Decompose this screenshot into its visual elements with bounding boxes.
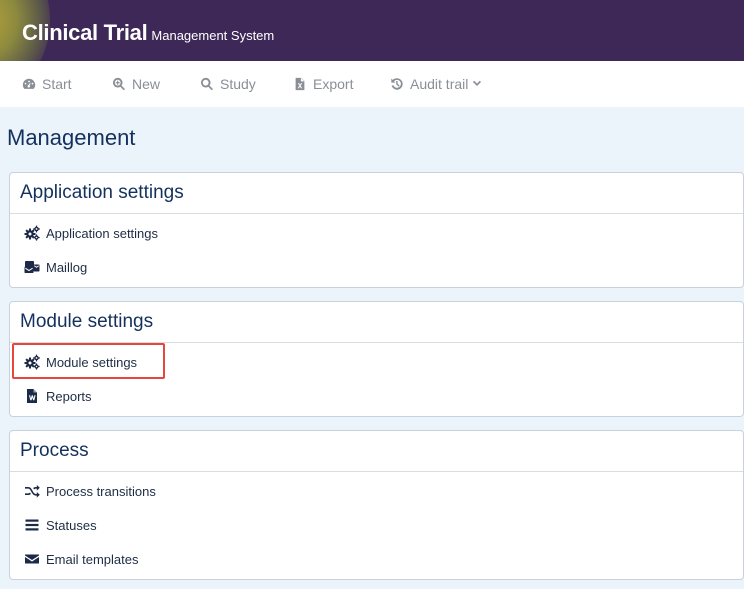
link-reports-label: Reports: [46, 388, 92, 404]
dashboard-gauge-icon: [22, 78, 36, 89]
module-settings-header: Module settings: [10, 302, 743, 343]
random-shuffle-icon: [25, 485, 40, 498]
link-maillog-label: Maillog: [46, 259, 88, 275]
link-reports[interactable]: Reports: [24, 386, 92, 406]
link-maillog[interactable]: Maillog: [24, 257, 87, 277]
link-statuses[interactable]: Statuses: [24, 515, 97, 535]
main-content: Management Application settings Applicat…: [0, 107, 744, 589]
main-navigation: Start New Study Export Audit trail: [0, 61, 744, 107]
application-settings-card: Application settings Application setting…: [9, 172, 744, 288]
nav-study[interactable]: Study: [200, 75, 256, 93]
application-settings-header: Application settings: [10, 173, 743, 214]
list-bars-icon: [25, 519, 39, 531]
search-icon: [201, 77, 213, 91]
nav-start[interactable]: Start: [22, 75, 72, 93]
link-module-settings-label: Module settings: [46, 354, 138, 370]
brand-title: Clinical Trial: [22, 20, 148, 45]
envelope-icon: [25, 554, 39, 564]
cogs-icon: [24, 354, 40, 370]
link-module-settings[interactable]: Module settings: [24, 352, 137, 372]
brand-subtitle: Management System: [151, 28, 275, 43]
cogs-icon: [24, 225, 40, 241]
nav-study-label: Study: [220, 76, 256, 92]
link-process-transitions[interactable]: Process transitions: [24, 481, 156, 501]
chevron-down-icon: [473, 80, 482, 86]
history-icon: [391, 78, 403, 90]
file-word-icon: [27, 389, 37, 403]
link-statuses-label: Statuses: [46, 517, 97, 533]
nav-new[interactable]: New: [112, 75, 160, 93]
nav-export[interactable]: Export: [293, 75, 353, 93]
link-email-templates-label: Email templates: [46, 551, 139, 567]
nav-audit-trail[interactable]: Audit trail: [390, 75, 482, 93]
link-process-transitions-label: Process transitions: [46, 483, 156, 499]
mail-bulk-icon: [24, 261, 40, 273]
link-application-settings[interactable]: Application settings: [24, 223, 158, 243]
process-header: Process: [10, 431, 743, 472]
link-email-templates[interactable]: Email templates: [24, 549, 138, 569]
module-settings-card: Module settings Module settings Reports: [9, 301, 744, 417]
nav-export-label: Export: [313, 76, 354, 92]
nav-audit-trail-label: Audit trail: [410, 76, 469, 92]
brand-logo[interactable]: Clinical Trial Management System: [22, 20, 274, 46]
nav-new-label: New: [132, 76, 161, 92]
page-title: Management: [7, 125, 136, 150]
nav-start-label: Start: [42, 76, 72, 92]
search-plus-icon: [113, 77, 125, 91]
file-excel-icon: [295, 77, 305, 91]
app-header: Clinical Trial Management System: [0, 0, 744, 61]
link-application-settings-label: Application settings: [46, 225, 159, 241]
process-card: Process Process transitions Statuses Ema…: [9, 430, 744, 580]
